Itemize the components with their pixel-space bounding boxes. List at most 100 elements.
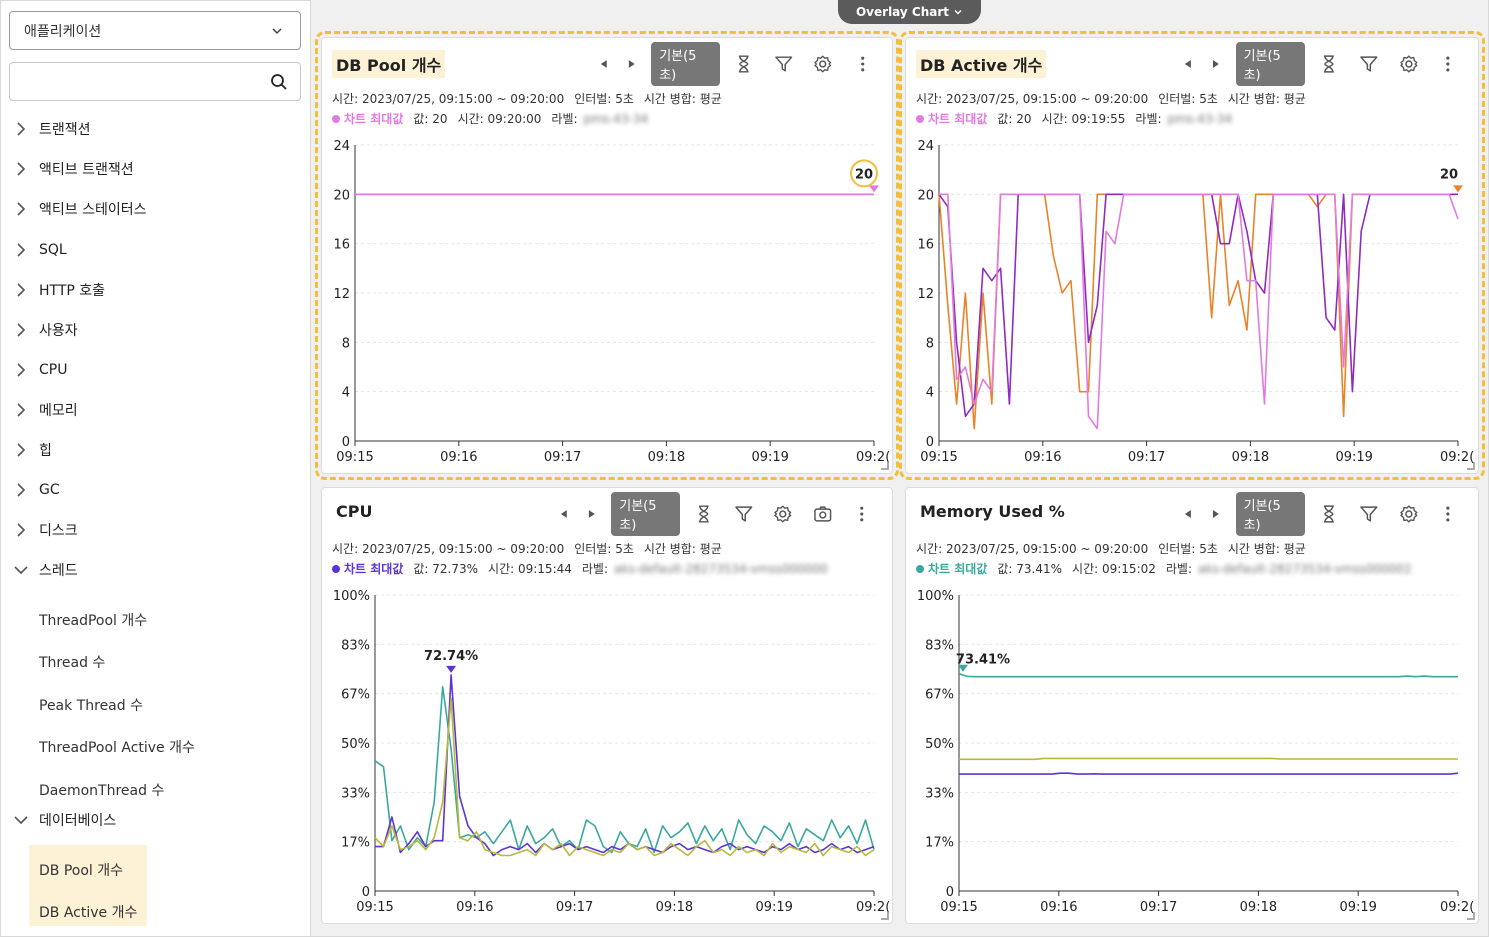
tree-item-0[interactable]: 트랜잭션 xyxy=(1,109,311,149)
thread-subitem[interactable]: Peak Thread 수 xyxy=(39,695,143,715)
x-tick-label: 09:15 xyxy=(356,900,393,915)
y-tick-label: 50% xyxy=(925,737,954,752)
tree-item-12[interactable]: 데이터베이스 xyxy=(1,800,311,840)
x-tick-label: 09:19 xyxy=(1339,900,1376,915)
tree-item-label: 메모리 xyxy=(39,403,78,419)
chevron-right-icon[interactable] xyxy=(13,201,29,217)
chevron-right-icon[interactable] xyxy=(13,242,29,258)
search-icon[interactable] xyxy=(270,73,288,91)
chevron-down-icon[interactable] xyxy=(13,562,29,578)
peak-value-label: 20 xyxy=(1440,167,1458,182)
chevron-right-icon[interactable] xyxy=(13,482,29,498)
tree-item-label: 스레드 xyxy=(39,563,78,579)
tree-item-3[interactable]: SQL xyxy=(1,230,311,270)
tree-item-5[interactable]: 사용자 xyxy=(1,310,311,350)
resize-handle[interactable] xyxy=(881,912,889,920)
tree-item-label: 액티브 스테이터스 xyxy=(39,202,147,218)
series-line xyxy=(374,697,875,857)
y-tick-label: 0 xyxy=(362,885,370,900)
y-tick-label: 83% xyxy=(925,638,954,653)
overlay-chart-label: Overlay Chart xyxy=(855,5,950,19)
series-line xyxy=(959,757,1458,761)
thread-subitem[interactable]: Thread 수 xyxy=(39,652,105,672)
tree-item-label: CPU xyxy=(39,362,68,378)
tree-item-label: 힙 xyxy=(39,443,52,459)
peak-marker xyxy=(1453,185,1463,193)
resize-handle[interactable] xyxy=(881,462,889,470)
y-tick-label: 33% xyxy=(341,786,370,801)
sidebar: 애플리케이션 트랜잭션액티브 트랜잭션액티브 스테이터스 SQL HTTP 호출사용… xyxy=(0,0,311,937)
db-subitem[interactable]: DB Pool 개수 xyxy=(39,860,123,880)
x-tick-label: 09:19 xyxy=(751,450,788,465)
search-box xyxy=(9,62,301,101)
y-tick-label: 16 xyxy=(333,238,350,253)
y-tick-label: 4 xyxy=(342,386,350,401)
chevron-down-icon xyxy=(954,10,962,15)
y-tick-label: 0 xyxy=(342,435,350,450)
chevron-right-icon[interactable] xyxy=(13,161,29,177)
tree-item-11[interactable]: 스레드 xyxy=(1,550,311,590)
y-tick-label: 17% xyxy=(341,836,370,851)
x-tick-label: 09:16 xyxy=(1040,900,1077,915)
x-tick-label: 09:17 xyxy=(1140,900,1177,915)
x-tick-label: 09:18 xyxy=(648,450,685,465)
chevron-right-icon[interactable] xyxy=(13,402,29,418)
series-line xyxy=(958,672,1458,678)
overlay-chart-tab[interactable]: Overlay Chart xyxy=(838,0,981,24)
y-tick-label: 67% xyxy=(925,688,954,703)
thread-subitem[interactable]: ThreadPool Active 개수 xyxy=(39,737,195,757)
application-select-label: 애플리케이션 xyxy=(24,23,102,40)
peak-value-label: 72.74% xyxy=(424,649,478,664)
y-tick-label: 83% xyxy=(341,638,370,653)
y-tick-label: 16 xyxy=(917,238,934,253)
x-tick-label: 09:17 xyxy=(1128,450,1165,465)
resize-handle[interactable] xyxy=(1467,912,1475,920)
x-tick-label: 09:16 xyxy=(440,450,477,465)
tree-item-label: 트랜잭션 xyxy=(39,122,91,138)
x-tick-label: 09:19 xyxy=(1335,450,1372,465)
y-tick-label: 50% xyxy=(341,737,370,752)
chevron-down-icon[interactable] xyxy=(13,812,29,828)
tree-item-label: 사용자 xyxy=(39,323,78,339)
tree-item-1[interactable]: 액티브 트랜잭션 xyxy=(1,149,311,189)
y-tick-label: 20 xyxy=(333,188,350,203)
chevron-right-icon[interactable] xyxy=(13,322,29,338)
peak-value-label: 20 xyxy=(855,167,873,182)
tree-item-label: 액티브 트랜잭션 xyxy=(39,162,134,178)
series-line xyxy=(959,772,1459,775)
tree-item-7[interactable]: 메모리 xyxy=(1,390,311,430)
tree-item-10[interactable]: 디스크 xyxy=(1,510,311,550)
y-tick-label: 12 xyxy=(917,287,934,302)
search-input[interactable] xyxy=(20,63,260,99)
y-tick-label: 20 xyxy=(917,188,934,203)
resize-handle[interactable] xyxy=(1467,462,1475,470)
tree-item-label: 디스크 xyxy=(39,523,78,539)
y-tick-label: 8 xyxy=(342,336,350,351)
thread-subitem[interactable]: DaemonThread 수 xyxy=(39,780,164,800)
thread-subitem[interactable]: ThreadPool 개수 xyxy=(39,610,147,630)
peak-value-label: 73.41% xyxy=(956,653,1010,668)
x-tick-label: 09:15 xyxy=(920,450,957,465)
tree-item-6[interactable]: CPU xyxy=(1,350,311,390)
x-tick-label: 09:15 xyxy=(940,900,977,915)
y-tick-label: 67% xyxy=(341,688,370,703)
y-tick-label: 0 xyxy=(926,435,934,450)
application-select[interactable]: 애플리케이션 xyxy=(9,11,301,50)
peak-marker xyxy=(446,665,457,673)
y-tick-label: 12 xyxy=(333,287,350,302)
y-tick-label: 100% xyxy=(917,589,954,604)
x-tick-label: 09:17 xyxy=(544,450,581,465)
db-subitem[interactable]: DB Active 개수 xyxy=(39,902,137,922)
tree-item-2[interactable]: 액티브 스테이터스 xyxy=(1,189,311,229)
chevron-right-icon[interactable] xyxy=(13,522,29,538)
tree-item-9[interactable]: GC xyxy=(1,470,311,510)
chevron-right-icon[interactable] xyxy=(13,282,29,298)
chevron-right-icon[interactable] xyxy=(13,121,29,137)
tree-item-8[interactable]: 힙 xyxy=(1,430,311,470)
x-tick-label: 09:18 xyxy=(656,900,693,915)
line-chart: 0 17% 33% 50% 67% 83% 100% 09:15 09:16 09:17 09:18… xyxy=(917,589,1474,915)
chevron-right-icon[interactable] xyxy=(13,442,29,458)
x-tick-label: 09:16 xyxy=(1024,450,1061,465)
tree-item-4[interactable]: HTTP 호출 xyxy=(1,270,311,310)
chevron-right-icon[interactable] xyxy=(13,362,29,378)
